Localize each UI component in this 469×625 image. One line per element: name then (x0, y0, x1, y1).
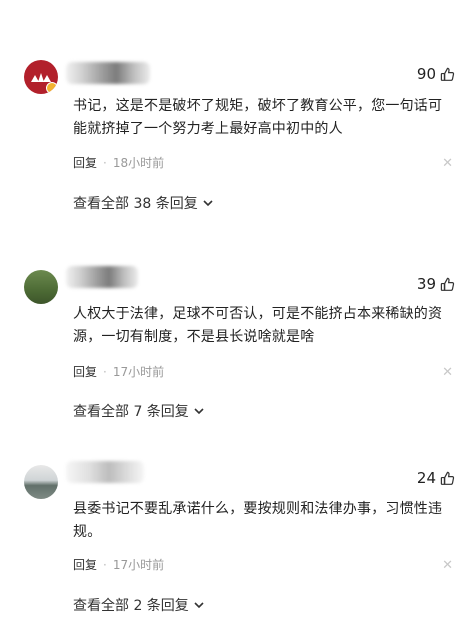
reply-button[interactable]: 回复 (73, 154, 97, 171)
thumbs-up-icon (440, 471, 455, 485)
username-blurred[interactable] (66, 266, 138, 288)
comment-text: 人权大于法律，足球不可否认，可是不能挤占本来稀缺的资源，一切有制度，不是县长说啥… (73, 306, 443, 345)
avatar[interactable] (24, 270, 58, 304)
like-count: 90 (416, 65, 436, 83)
view-all-replies-button[interactable]: 查看全部 7 条回复 (73, 401, 205, 421)
comment-time: 17小时前 (112, 365, 165, 379)
separator-dot: · (103, 155, 107, 170)
comment-time: 18小时前 (112, 156, 165, 170)
comment-text: 书记，这是不是破坏了规矩，破坏了教育公平，您一句话可能就挤掉了一个努力考上最好高… (73, 98, 443, 137)
view-all-label: 查看全部 2 条回复 (73, 598, 189, 614)
like-count: 24 (416, 469, 436, 487)
comment-meta: 回复 · 18小时前 (73, 154, 164, 171)
like-button[interactable]: 39 (417, 275, 455, 293)
separator-dot: · (103, 364, 107, 379)
thumbs-up-icon (440, 67, 455, 81)
thumbs-up-icon (440, 277, 455, 291)
comment-meta: 回复 · 17小时前 (73, 556, 164, 573)
separator-dot: · (103, 557, 107, 572)
avatar[interactable] (24, 60, 58, 94)
comment-text: 县委书记不要乱承诺什么，要按规则和法律办事，习惯性违规。 (73, 501, 443, 540)
close-icon[interactable]: ✕ (442, 365, 453, 380)
view-all-label: 查看全部 38 条回复 (73, 196, 198, 212)
reply-button[interactable]: 回复 (73, 363, 97, 380)
close-icon[interactable]: ✕ (442, 558, 453, 573)
like-count: 39 (416, 275, 436, 293)
close-icon[interactable]: ✕ (442, 156, 453, 171)
like-button[interactable]: 90 (417, 65, 455, 83)
comment-time: 17小时前 (112, 558, 165, 572)
reply-button[interactable]: 回复 (73, 556, 97, 573)
like-button[interactable]: 24 (417, 469, 455, 487)
username-blurred[interactable] (66, 62, 150, 84)
view-all-label: 查看全部 7 条回复 (73, 404, 189, 420)
comment-meta: 回复 · 17小时前 (73, 363, 164, 380)
avatar[interactable] (24, 465, 58, 499)
view-all-replies-button[interactable]: 查看全部 2 条回复 (73, 595, 205, 615)
logo-mark-icon (31, 73, 51, 82)
chevron-down-icon (194, 602, 204, 609)
chevron-down-icon (194, 408, 204, 415)
view-all-replies-button[interactable]: 查看全部 38 条回复 (73, 193, 214, 213)
chevron-down-icon (203, 200, 213, 207)
username-blurred[interactable] (66, 461, 144, 483)
verified-badge-icon (46, 82, 58, 94)
